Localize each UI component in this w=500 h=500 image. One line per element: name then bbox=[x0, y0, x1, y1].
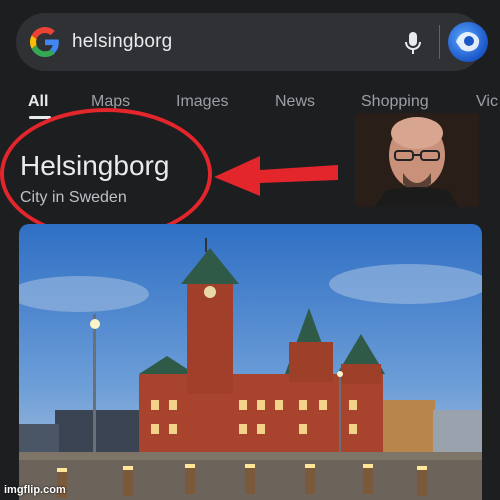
watermark: imgflip.com bbox=[4, 484, 66, 496]
tab-shopping[interactable]: Shopping bbox=[361, 93, 429, 111]
profile-avatar-icon[interactable] bbox=[448, 22, 488, 62]
search-bar[interactable]: helsingborg bbox=[16, 13, 488, 71]
tab-news[interactable]: News bbox=[275, 93, 315, 111]
red-arrow-icon bbox=[214, 156, 338, 196]
mic-icon[interactable] bbox=[401, 30, 425, 56]
red-annotation-oval bbox=[0, 108, 212, 240]
tab-images[interactable]: Images bbox=[176, 93, 228, 111]
google-g-icon bbox=[30, 27, 59, 57]
search-divider bbox=[439, 25, 440, 59]
tab-all[interactable]: All bbox=[28, 93, 48, 111]
tab-videos[interactable]: Vic bbox=[476, 93, 498, 111]
search-input[interactable]: helsingborg bbox=[72, 31, 172, 53]
entity-thumbnail[interactable] bbox=[355, 113, 479, 207]
city-photo[interactable] bbox=[19, 224, 482, 500]
